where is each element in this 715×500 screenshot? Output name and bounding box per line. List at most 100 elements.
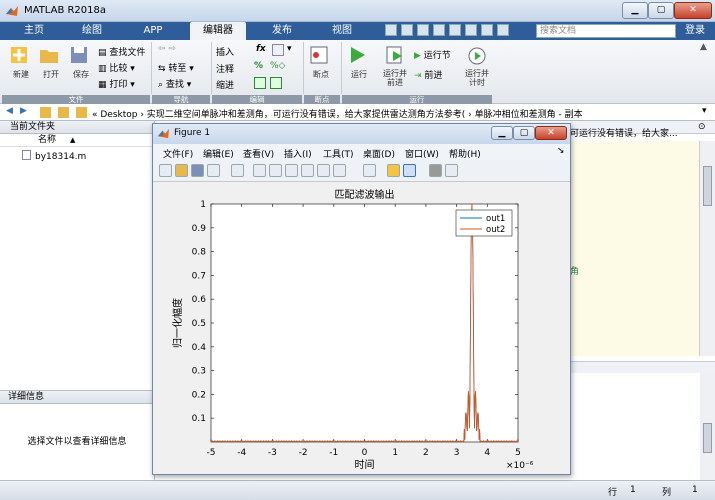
save-figure-icon[interactable] — [191, 164, 204, 177]
forward-arrow-icon[interactable]: ▶ — [20, 106, 27, 116]
x-tick-label: -2 — [299, 448, 308, 458]
fx-icon[interactable]: fx — [256, 44, 266, 54]
copy-quick-icon[interactable] — [417, 24, 429, 36]
command-vertical-scrollbar[interactable] — [700, 373, 715, 480]
back-arrow-icon[interactable]: ◀ — [6, 106, 13, 116]
scroll-thumb[interactable] — [703, 166, 712, 206]
open-button[interactable]: 打开 — [38, 44, 64, 80]
indent-button[interactable]: 缩进 — [216, 78, 234, 91]
nav-arrows[interactable]: ⇦ ⇨ — [158, 44, 176, 54]
section-breakpoints: 断点 — [304, 95, 340, 104]
back-arrow-icon: ⇦ ⇨ — [158, 44, 176, 54]
code-editor[interactable] — [570, 141, 700, 356]
tab-apps[interactable]: APP — [127, 22, 179, 40]
compare-button[interactable]: ▥ 比较 ▾ — [98, 61, 135, 74]
comment-icon[interactable]: % — [254, 61, 263, 71]
collapse-ribbon-icon[interactable]: ▲ — [700, 42, 707, 52]
print-button[interactable]: ▦ 打印 ▾ — [98, 77, 135, 90]
tab-publish[interactable]: 发布 — [256, 22, 308, 40]
folder-up-icon[interactable] — [40, 107, 51, 118]
plot-area[interactable]: -5 -4 -3 -2 -1 0 1 2 3 4 5 0.1 0.2 0.3 0.4 0.5 0.6 0.7 0.8… — [153, 182, 570, 474]
menu-window[interactable]: 窗口(W) — [405, 147, 439, 160]
advance-button[interactable]: ⇥ 前进 — [414, 68, 442, 81]
y-tick-label: 0.3 — [192, 367, 206, 377]
minimize-button[interactable]: ▁ — [622, 2, 648, 19]
run-and-time-button[interactable]: 运行并 计时 — [462, 44, 492, 87]
close-button[interactable]: ✕ — [674, 2, 712, 19]
zoom-in-icon[interactable] — [253, 164, 266, 177]
switch-window-icon[interactable] — [481, 24, 493, 36]
zoom-out-icon[interactable] — [269, 164, 282, 177]
figure-maximize-button[interactable]: ▢ — [513, 126, 535, 140]
figure-close-button[interactable]: ✕ — [535, 126, 567, 140]
figure-toolbar — [153, 160, 570, 182]
run-section-button[interactable]: ▶ 运行节 — [414, 48, 451, 61]
maximize-button[interactable]: ▢ — [648, 2, 674, 19]
open-file-icon[interactable] — [175, 164, 188, 177]
save-button[interactable]: 保存 — [68, 44, 94, 80]
menu-insert[interactable]: 插入(I) — [284, 147, 312, 160]
menu-help[interactable]: 帮助(H) — [449, 147, 481, 160]
run-and-advance-button[interactable]: 运行并 前进 — [378, 44, 412, 87]
redo-quick-icon[interactable] — [465, 24, 477, 36]
smart-indent-icon[interactable] — [254, 77, 266, 89]
y-tick-label: 0.1 — [192, 414, 206, 424]
menu-desktop[interactable]: 桌面(D) — [363, 147, 395, 160]
undo-quick-icon[interactable] — [449, 24, 461, 36]
insert-section-icon[interactable] — [272, 44, 284, 56]
breadcrumb[interactable]: « Desktop › 实现二维空间单脉冲和差测角，可运行没有错误，给大家提供雷… — [92, 107, 583, 120]
rotate-3d-icon[interactable] — [301, 164, 314, 177]
search-docs-input[interactable]: 搜索文档 — [536, 24, 676, 38]
browse-folder-icon[interactable] — [58, 107, 69, 118]
breakpoints-button[interactable]: 断点 — [308, 44, 334, 80]
hide-plot-tools-icon[interactable] — [429, 164, 442, 177]
menu-file[interactable]: 文件(F) — [163, 147, 193, 160]
chart[interactable]: -5 -4 -3 -2 -1 0 1 2 3 4 5 0.1 0.2 0.3 0.4 0.5 0.6 0.7 0.8… — [153, 182, 570, 474]
menu-edit[interactable]: 编辑(E) — [203, 147, 234, 160]
column-header-name[interactable]: 名称 ▲ — [0, 134, 154, 147]
run-button[interactable]: 运行 — [346, 44, 372, 80]
tab-home[interactable]: 主页 — [8, 22, 60, 40]
tab-plots[interactable]: 绘图 — [66, 22, 118, 40]
pan-hand-icon[interactable] — [285, 164, 298, 177]
show-plot-tools-icon[interactable] — [445, 164, 458, 177]
tab-view[interactable]: 视图 — [316, 22, 368, 40]
uncomment-icon[interactable]: %◇ — [270, 61, 285, 71]
insert-button[interactable]: 插入 — [216, 45, 234, 58]
find-button[interactable]: ⌕ 查找 ▾ — [158, 77, 191, 90]
comment-button[interactable]: 注释 — [216, 62, 234, 75]
edit-plot-arrow-icon[interactable] — [231, 164, 244, 177]
insert-legend-icon[interactable] — [403, 164, 416, 177]
data-cursor-icon[interactable] — [317, 164, 330, 177]
goto-button[interactable]: ⇆ 转至 ▾ — [158, 61, 194, 74]
editor-vertical-scrollbar[interactable] — [700, 141, 715, 356]
editor-tab-snippet[interactable]: 可运行没有错误，给大家... — [570, 126, 678, 139]
chevron-down-icon[interactable]: ▾ — [287, 44, 292, 54]
list-item[interactable]: by18314.m — [0, 150, 154, 164]
scroll-thumb[interactable] — [703, 423, 712, 453]
login-button[interactable]: 登录 — [680, 22, 710, 40]
find-files-button[interactable]: ▤ 查找文件 — [98, 45, 145, 58]
figure-minimize-button[interactable]: ▁ — [491, 126, 513, 140]
new-figure-icon[interactable] — [159, 164, 172, 177]
new-button[interactable]: 新建 — [8, 44, 34, 80]
indent-more-icon[interactable] — [270, 77, 282, 89]
menu-tools[interactable]: 工具(T) — [323, 147, 354, 160]
editor-area: ⊙ 可运行没有错误，给大家... 角 — [570, 121, 715, 480]
brush-icon[interactable] — [333, 164, 346, 177]
print-figure-icon[interactable] — [207, 164, 220, 177]
save-quick-icon[interactable] — [385, 24, 397, 36]
cut-quick-icon[interactable] — [401, 24, 413, 36]
figure-window[interactable]: Figure 1 ▁ ▢ ✕ 文件(F) 编辑(E) 查看(V) 插入(I) 工… — [152, 123, 571, 475]
tab-editor[interactable]: 编辑器 — [190, 22, 246, 40]
link-plot-icon[interactable] — [363, 164, 376, 177]
insert-colorbar-icon[interactable] — [387, 164, 400, 177]
chevron-down-icon[interactable]: ▾ — [702, 106, 707, 116]
divider — [151, 42, 152, 94]
dock-arrow-icon[interactable]: ↘ — [557, 146, 565, 156]
paste-quick-icon[interactable] — [433, 24, 445, 36]
x-tick-label: 0 — [362, 448, 368, 458]
menu-view[interactable]: 查看(V) — [243, 147, 274, 160]
help-icon[interactable] — [497, 24, 509, 36]
editor-menu-icon[interactable]: ⊙ — [698, 122, 706, 132]
